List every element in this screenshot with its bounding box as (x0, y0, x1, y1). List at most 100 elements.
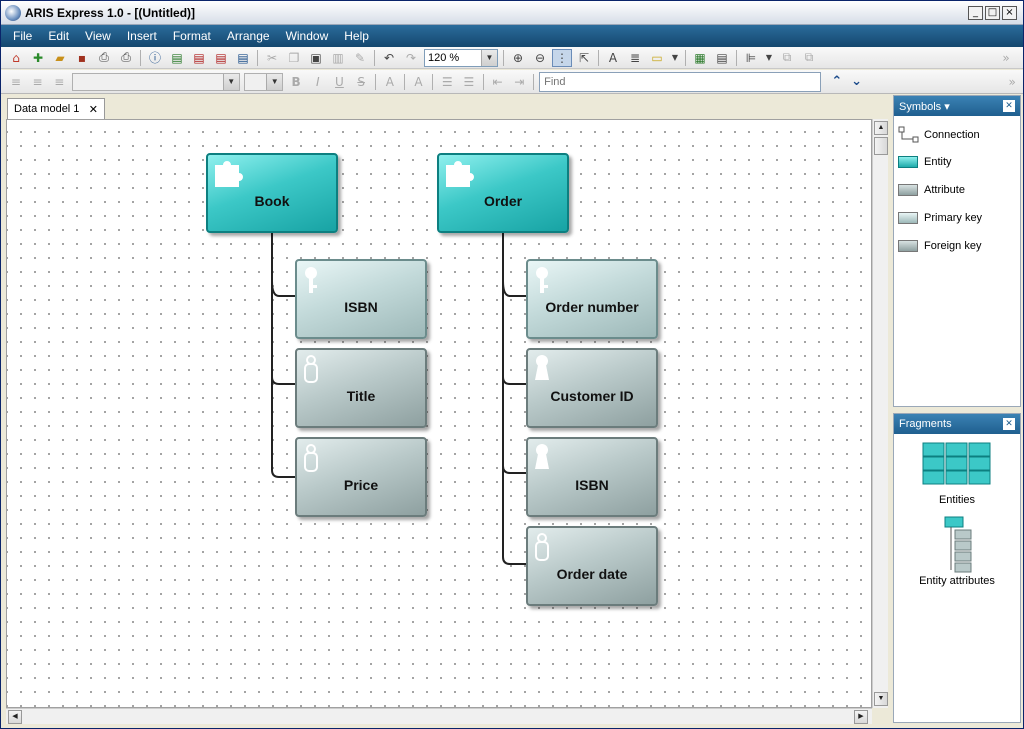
redo-icon[interactable]: ↷ (401, 49, 421, 67)
align-dropdown-icon[interactable]: ▼ (763, 49, 775, 67)
close-panel-icon[interactable]: ✕ (1003, 418, 1015, 430)
fragment-entities-label[interactable]: Entities (894, 494, 1020, 506)
undo-icon[interactable]: ↶ (379, 49, 399, 67)
attribute-order-customer-id[interactable]: Customer ID (526, 348, 658, 428)
scroll-down-icon[interactable]: ▼ (874, 692, 888, 706)
home-icon[interactable]: ⌂ (6, 49, 26, 67)
attribute-order-isbn[interactable]: ISBN (526, 437, 658, 517)
copy-icon[interactable]: ❐ (284, 49, 304, 67)
menu-insert[interactable]: Insert (119, 25, 165, 47)
pointer-icon[interactable]: ⇱ (574, 49, 594, 67)
save-icon[interactable]: ▪ (72, 49, 92, 67)
fragment-entities-thumbnail[interactable] (922, 442, 992, 486)
app-window: ARIS Express 1.0 - [(Untitled)] _ □ × Fi… (0, 0, 1024, 729)
format-painter-icon[interactable]: ✎ (350, 49, 370, 67)
menu-file[interactable]: File (5, 25, 40, 47)
print-icon[interactable]: ⎙ (116, 49, 136, 67)
export-pdf-2-icon[interactable]: ▤ (211, 49, 231, 67)
align-center-icon[interactable]: ≡ (28, 73, 48, 91)
text-format-icon[interactable]: ≣ (625, 49, 645, 67)
zoom-out-icon[interactable]: ⊖ (530, 49, 550, 67)
attribute-book-title[interactable]: Title (295, 348, 427, 428)
font-size-select[interactable]: ▼ (243, 72, 284, 91)
close-panel-icon[interactable]: ✕ (1003, 100, 1015, 112)
diagram-canvas[interactable]: Book Order ISBN Title Price Order number… (6, 119, 872, 708)
print-preview-icon[interactable]: ⎙ (94, 49, 114, 67)
zoom-in-icon[interactable]: ⊕ (508, 49, 528, 67)
toolbar-overflow-icon[interactable]: » (996, 49, 1016, 67)
entity-book[interactable]: Book (206, 153, 338, 233)
find-input[interactable] (539, 71, 821, 92)
fill-color-dropdown-icon[interactable]: ▼ (669, 49, 681, 67)
align-right-icon[interactable]: ≡ (49, 73, 69, 91)
menu-help[interactable]: Help (336, 25, 377, 47)
bring-front-icon[interactable]: ⧉ (777, 49, 797, 67)
menu-edit[interactable]: Edit (40, 25, 77, 47)
export-rtf-icon[interactable]: ▤ (233, 49, 253, 67)
close-button[interactable]: × (1002, 6, 1017, 20)
attribute-book-isbn[interactable]: ISBN (295, 259, 427, 339)
align-left-icon[interactable]: ≡ (6, 73, 26, 91)
paste-icon[interactable]: ▣ (306, 49, 326, 67)
entity-order[interactable]: Order (437, 153, 569, 233)
font-family-select[interactable]: ▼ (72, 72, 240, 91)
fragment-entity-attributes-label[interactable]: Entity attributes (894, 575, 1020, 587)
maximize-button[interactable]: □ (985, 6, 1000, 20)
attribute-order-number[interactable]: Order number (526, 259, 658, 339)
toolbar-separator (482, 73, 484, 90)
attribute-book-price[interactable]: Price (295, 437, 427, 517)
fill-color-icon[interactable]: ▭ (647, 49, 667, 67)
align-icon[interactable]: ⊫ (741, 49, 761, 67)
bullet-list-icon[interactable]: ☰ (459, 73, 479, 91)
menu-arrange[interactable]: Arrange (219, 25, 278, 47)
fragments-panel-header[interactable]: Fragments ✕ (894, 414, 1020, 434)
export-bmp-icon[interactable]: ▤ (167, 49, 187, 67)
numbered-list-icon[interactable]: ☰ (437, 73, 457, 91)
clear-format-icon[interactable]: A (409, 73, 429, 91)
menu-format[interactable]: Format (165, 25, 219, 47)
cut-icon[interactable]: ✂ (262, 49, 282, 67)
tab-data-model-1[interactable]: Data model 1 ✕ (7, 98, 105, 119)
scroll-right-icon[interactable]: ▶ (854, 710, 868, 724)
find-next-icon[interactable]: ⌄ (847, 73, 867, 91)
font-icon[interactable]: A (603, 49, 623, 67)
scroll-left-icon[interactable]: ◀ (8, 710, 22, 724)
symbol-entity[interactable]: Entity (898, 156, 952, 168)
info-icon[interactable]: ⓘ (145, 49, 165, 67)
find-previous-icon[interactable]: ⌃ (827, 73, 847, 91)
delete-icon[interactable]: ▥ (328, 49, 348, 67)
format-toolbar: ≡ ≡ ≡ ▼ ▼ B I U S A A ☰ ☰ ⇤ ⇥ ⌃ ⌄ » (1, 70, 1023, 94)
italic-icon[interactable]: I (308, 73, 328, 91)
toolbar-separator (375, 73, 376, 90)
scroll-thumb[interactable] (874, 137, 888, 155)
symbol-attribute[interactable]: Attribute (898, 184, 965, 196)
insert-object-icon[interactable]: ▦ (690, 49, 710, 67)
send-back-icon[interactable]: ⧉ (799, 49, 819, 67)
scroll-up-icon[interactable]: ▲ (874, 121, 888, 135)
bold-icon[interactable]: B (286, 73, 306, 91)
minimize-button[interactable]: _ (968, 6, 983, 20)
symbol-foreign-key[interactable]: Foreign key (898, 240, 981, 252)
fragment-entity-attributes-thumbnail[interactable] (941, 516, 975, 574)
open-folder-icon[interactable]: ▰ (50, 49, 70, 67)
menu-window[interactable]: Window (278, 25, 337, 47)
underline-icon[interactable]: U (330, 73, 350, 91)
outdent-icon[interactable]: ⇤ (488, 73, 508, 91)
attribute-order-date[interactable]: Order date (526, 526, 658, 606)
grid-icon[interactable]: ⋮ (552, 48, 572, 67)
strikethrough-icon[interactable]: S (351, 73, 371, 91)
format-toolbar-overflow-icon[interactable]: » (1002, 73, 1022, 91)
zoom-select[interactable]: 120 % ▼ (424, 48, 498, 67)
font-color-icon[interactable]: A (380, 73, 400, 91)
symbols-panel-header[interactable]: Symbols ▾ ✕ (894, 96, 1020, 116)
new-file-icon[interactable]: ✚ (28, 49, 48, 67)
menu-view[interactable]: View (77, 25, 119, 47)
properties-icon[interactable]: ▤ (712, 49, 732, 67)
export-pdf-icon[interactable]: ▤ (189, 49, 209, 67)
indent-icon[interactable]: ⇥ (509, 73, 529, 91)
close-tab-icon[interactable]: ✕ (89, 103, 98, 116)
symbol-connection[interactable]: Connection (898, 126, 980, 144)
vertical-scrollbar[interactable]: ▲ ▼ (872, 119, 888, 708)
symbol-primary-key[interactable]: Primary key (898, 212, 982, 224)
horizontal-scrollbar[interactable]: ◀ ▶ (6, 708, 872, 724)
